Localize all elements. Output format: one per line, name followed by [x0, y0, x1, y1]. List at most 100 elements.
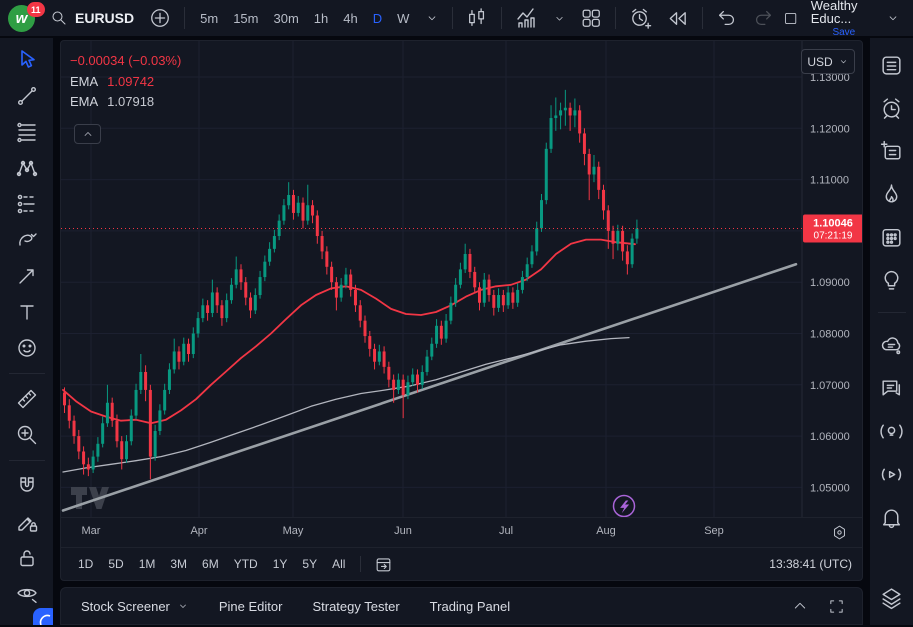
goto-date-button[interactable]: [369, 551, 398, 578]
chart-style-button[interactable]: [461, 3, 493, 33]
range-6m[interactable]: 6M: [195, 553, 226, 575]
calendar-dots-icon: [879, 225, 904, 250]
legend-collapse-button[interactable]: [74, 124, 101, 144]
pattern-tool[interactable]: [12, 153, 42, 183]
interval-4h[interactable]: 4h: [336, 6, 364, 31]
interval-5m[interactable]: 5m: [193, 6, 225, 31]
layout-menu-button[interactable]: [881, 7, 905, 29]
live-streams-panel-button[interactable]: [877, 459, 907, 489]
projection-icon: [15, 192, 39, 216]
currency-select[interactable]: USD: [801, 49, 855, 74]
hotlists-panel-button[interactable]: [877, 179, 907, 209]
panel-maximize-button[interactable]: [823, 594, 850, 619]
tab-pine-editor[interactable]: Pine Editor: [207, 591, 295, 622]
alarm-clock-icon: [879, 96, 904, 121]
bar-replay-button[interactable]: [661, 3, 694, 34]
layout-name-button[interactable]: Wealthy Educ... Save: [811, 0, 877, 38]
event-lightning-icon[interactable]: [614, 496, 635, 517]
candlestick-icon: [466, 7, 488, 29]
trendline[interactable]: [63, 264, 796, 510]
chart-panel: 1.130001.120001.110001.100001.090001.080…: [60, 40, 863, 581]
interval-w[interactable]: W: [390, 6, 416, 31]
maximize-icon: [828, 598, 845, 615]
time-axis-label: Sep: [699, 525, 729, 537]
notifications-panel-button[interactable]: [877, 502, 907, 532]
time-axis-label: Jul: [491, 525, 521, 537]
range-all[interactable]: All: [325, 553, 352, 575]
ema-slow-legend[interactable]: EMA1.07918: [70, 94, 181, 109]
streams-panel-button[interactable]: [877, 416, 907, 446]
range-5y[interactable]: 5Y: [295, 553, 324, 575]
arrow-tool[interactable]: [12, 261, 42, 291]
range-3m[interactable]: 3M: [163, 553, 194, 575]
pencil-lock-icon: [15, 510, 39, 534]
undo-button[interactable]: [711, 3, 743, 33]
undo-arrow-icon: [716, 7, 738, 29]
ideas-panel-button[interactable]: [877, 265, 907, 295]
fib-retracement-tool[interactable]: [12, 117, 42, 147]
emoji-tool[interactable]: [12, 333, 42, 363]
time-axis[interactable]: MarAprMayJunJulAugSep: [61, 517, 862, 547]
time-axis-label: Aug: [591, 525, 621, 537]
quick-action-button[interactable]: [33, 608, 55, 625]
magnet-tool[interactable]: [12, 471, 42, 501]
range-5d[interactable]: 5D: [101, 553, 130, 575]
chart-legend: −0.00034 (−0.03%) EMA1.09742 EMA1.07918: [70, 53, 181, 114]
symbol-search-button[interactable]: EURUSD: [44, 5, 140, 31]
lock-icon: [15, 546, 39, 570]
time-axis-label: May: [278, 525, 308, 537]
hide-all-tool[interactable]: [12, 579, 42, 609]
notes-panel-button[interactable]: [877, 136, 907, 166]
save-link[interactable]: Save: [832, 28, 855, 38]
utc-clock[interactable]: 13:38:41 (UTC): [769, 557, 852, 571]
alerts-panel-button[interactable]: [877, 93, 907, 123]
chart-region[interactable]: 1.130001.120001.110001.100001.090001.080…: [61, 41, 862, 517]
interval-menu-button[interactable]: [420, 7, 444, 29]
drawing-mode-tool[interactable]: [12, 507, 42, 537]
candlestick-series[interactable]: [63, 90, 638, 479]
lock-all-tool[interactable]: [12, 543, 42, 573]
chevron-down-icon: [425, 11, 439, 25]
layout-grid-button[interactable]: [575, 3, 607, 33]
watchlist-panel-button[interactable]: [877, 50, 907, 80]
chat-panel-button[interactable]: [877, 373, 907, 403]
panel-collapse-button[interactable]: [787, 594, 813, 618]
layout-square-icon[interactable]: [783, 8, 798, 29]
interval-30m[interactable]: 30m: [266, 6, 305, 31]
toolbar-separator: [615, 7, 616, 29]
indicators-menu-button[interactable]: [548, 8, 571, 29]
ema-slow-line[interactable]: [63, 338, 629, 472]
object-tree-panel-button[interactable]: [877, 583, 907, 613]
compare-add-button[interactable]: [144, 3, 176, 33]
app-logo[interactable]: w 11: [6, 2, 40, 34]
minds-panel-button[interactable]: [877, 330, 907, 360]
create-alert-button[interactable]: [624, 3, 657, 34]
range-1y[interactable]: 1Y: [266, 553, 295, 575]
forecast-tool[interactable]: [12, 189, 42, 219]
interval-1h[interactable]: 1h: [307, 6, 335, 31]
interval-d[interactable]: D: [366, 6, 389, 31]
text-tool[interactable]: [12, 297, 42, 327]
tab-trading-panel[interactable]: Trading Panel: [418, 591, 522, 622]
trend-line-tool[interactable]: [12, 81, 42, 111]
brush-tool[interactable]: [12, 225, 42, 255]
zoom-in-tool[interactable]: [12, 420, 42, 450]
measure-tool[interactable]: [12, 384, 42, 414]
note-plus-icon: [879, 139, 904, 164]
calendar-panel-button[interactable]: [877, 222, 907, 252]
redo-button[interactable]: [747, 3, 779, 33]
range-1m[interactable]: 1M: [132, 553, 163, 575]
axis-settings-icon[interactable]: [831, 524, 848, 541]
range-1d[interactable]: 1D: [71, 553, 100, 575]
cursor-tool[interactable]: [12, 45, 42, 75]
indicators-button[interactable]: [510, 2, 544, 34]
chevron-down-icon: [177, 600, 189, 612]
lightbulb-icon: [879, 268, 904, 293]
ruler-icon: [15, 387, 39, 411]
tab-stock-screener[interactable]: Stock Screener: [69, 591, 201, 622]
magnet-icon: [15, 474, 39, 498]
tab-strategy-tester[interactable]: Strategy Tester: [300, 591, 411, 622]
interval-15m[interactable]: 15m: [226, 6, 265, 31]
ema-fast-legend[interactable]: EMA1.09742: [70, 74, 181, 89]
range-ytd[interactable]: YTD: [227, 553, 265, 575]
